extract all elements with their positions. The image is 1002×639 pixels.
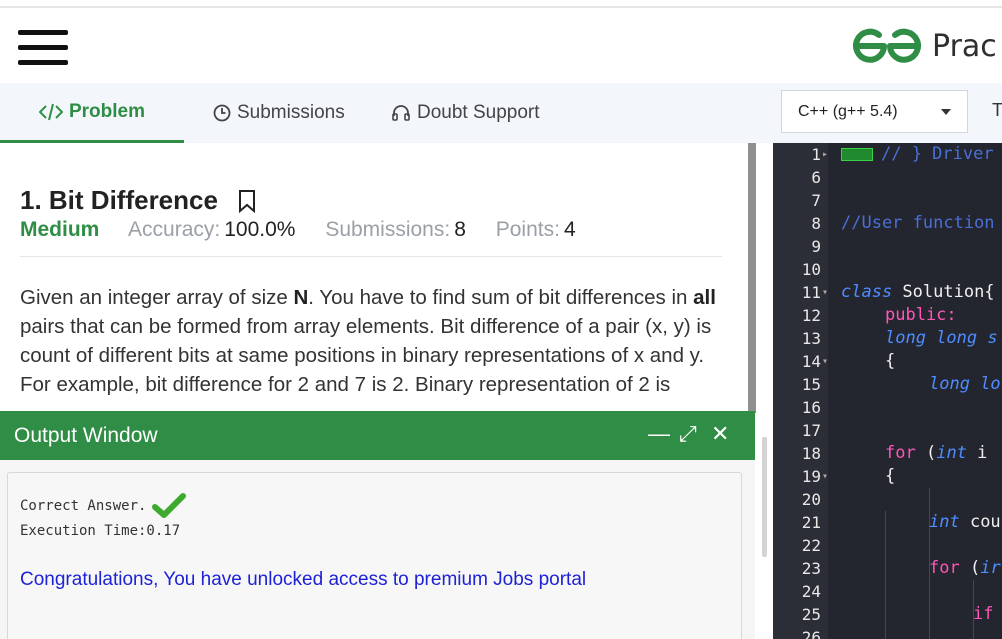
tab-problem-label: Problem [68,100,146,122]
caret-down-icon [941,109,951,115]
correct-answer-row: Correct Answer. [20,493,187,519]
bookmark-icon[interactable] [238,189,256,213]
editor-line-number: 17 [773,419,1002,442]
clock-icon [213,104,231,122]
line-number: 7 [811,191,821,210]
editor-line-number: 20 [773,488,1002,511]
line-number: 26 [801,628,821,639]
line-number: 22 [801,536,821,555]
problem-title-text: 1. Bit Difference [20,185,218,215]
site-header: Prac [0,8,1002,83]
tab-submissions[interactable]: Submissions [213,83,345,143]
gfg-logo-icon [853,28,921,63]
code-editor[interactable]: 1 ▸ 6 7 8 9 10 11 ▾ 12 13 14 ▾ 15 16 17 18 19 ▾ 20 21 22 23 24 2… [773,143,1002,639]
tab-doubt-support[interactable]: Doubt Support [391,83,540,143]
site-logo[interactable]: Prac [852,24,997,68]
line-number: 24 [801,582,821,601]
editor-line-number: 16 [773,396,1002,419]
problem-panel: 1. Bit Difference Medium Accuracy: 100.0%… [0,143,748,411]
menu-icon[interactable] [18,30,68,66]
line-number: 17 [801,421,821,440]
folded-code-marker[interactable] [841,147,873,161]
output-result-box: Correct Answer. Execution Time:0.17 Cong… [7,472,742,639]
line-number: 20 [801,490,821,509]
pane-splitter[interactable] [762,437,767,557]
editor-line-number: 26 [773,626,1002,639]
editor-line-number: 22 [773,534,1002,557]
editor-line-number: 10 [773,258,1002,281]
minimize-icon[interactable]: — [648,423,670,445]
line-number: 10 [801,260,821,279]
tab-problem[interactable]: Problem [0,83,184,143]
toolbar-truncated-item[interactable]: T [992,100,1002,121]
expand-icon[interactable]: ⤢ [679,423,697,445]
premium-jobs-link[interactable]: Congratulations, You have unlocked acces… [20,569,586,591]
points-label: Points: [495,218,560,241]
top-border [0,0,1002,8]
line-number: 6 [811,168,821,187]
logo-text: Prac [932,28,997,64]
headset-icon [391,104,411,123]
editor-line-number: 6 [773,166,1002,189]
language-select-value: C++ (g++ 5.4) [798,102,898,120]
difficulty-badge: Medium [20,218,100,241]
editor-line-number: 7 [773,189,1002,212]
divider [20,256,722,257]
points-value: 4 [563,218,576,241]
line-number: 9 [811,237,821,256]
checkmark-icon [152,493,187,518]
output-window-body: Correct Answer. Execution Time:0.17 Cong… [0,460,755,639]
editor-line-number: 9 [773,235,1002,258]
language-select[interactable]: C++ (g++ 5.4) [781,90,968,133]
submissions-label: Submissions: [325,218,451,241]
problem-description: Given an integer array of size N. You ha… [20,286,716,396]
output-window-header: Output Window — ⤢ ✕ [0,411,755,460]
accuracy-label: Accuracy: [128,218,221,241]
editor-line-number: 24 [773,580,1002,603]
execution-time: Execution Time:0.17 [20,523,181,539]
tab-doubt-support-label: Doubt Support [417,102,540,123]
problem-meta: Medium Accuracy: 100.0% Submissions: 8 Poi… [20,218,600,242]
output-window-title: Output Window [14,424,158,447]
code-icon [38,103,63,121]
close-icon[interactable]: ✕ [711,423,729,445]
problem-title: 1. Bit Difference [20,185,256,216]
submissions-value: 8 [454,218,466,241]
correct-answer-text: Correct Answer. [20,498,147,514]
accuracy-value: 100.0% [224,218,296,241]
problem-scrollbar[interactable] [748,143,756,413]
line-number: 16 [801,398,821,417]
tab-submissions-label: Submissions [237,102,345,123]
